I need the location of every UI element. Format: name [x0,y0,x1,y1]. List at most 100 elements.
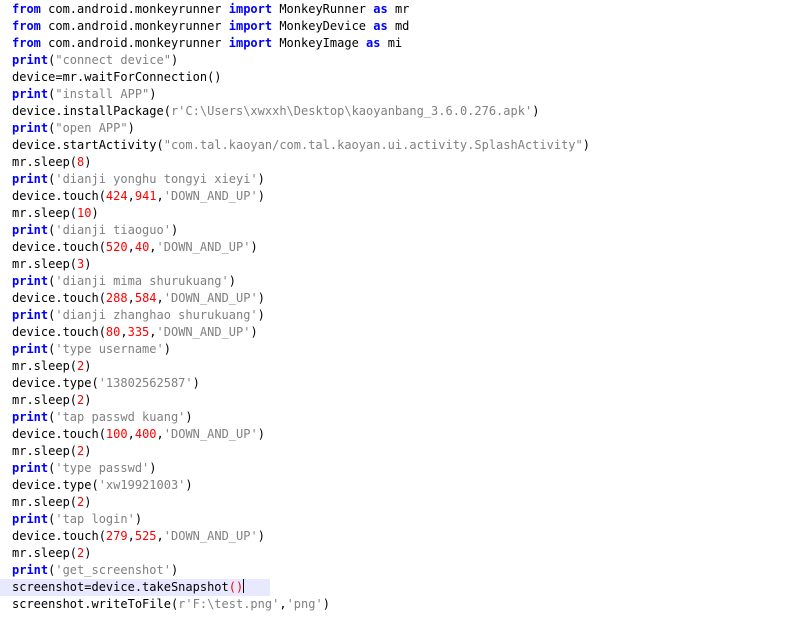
code-line[interactable]: mr.sleep(8) [12,154,785,171]
code-line[interactable]: print("install APP") [12,86,785,103]
code-token: mr.sleep( [12,495,78,509]
code-token: device.touch( [12,291,106,305]
code-text-area[interactable]: from com.android.monkeyrunner import Mon… [0,1,785,613]
code-token: print [12,172,49,186]
code-line[interactable]: print("connect device") [12,52,785,69]
code-line[interactable]: print("open APP") [12,120,785,137]
code-token: 584 [134,291,157,305]
code-line[interactable]: print('type passwd') [12,460,785,477]
code-line[interactable]: device=mr.waitForConnection() [12,69,785,86]
code-line[interactable]: mr.sleep(2) [12,443,785,460]
code-token: 520 [105,240,128,254]
code-token: device.startActivity( [12,138,164,152]
text-cursor [243,579,245,593]
code-line[interactable]: mr.sleep(10) [12,205,785,222]
code-token: ) [582,138,590,152]
code-line[interactable]: device.type('xw19921003') [12,477,785,494]
code-token: 525 [134,529,157,543]
code-token: , [127,291,135,305]
code-token: 'dianji zhanghao shurukuang' [55,308,258,322]
code-line[interactable]: device.touch(279,525,'DOWN_AND_UP') [12,528,785,545]
code-line[interactable]: device.touch(288,584,'DOWN_AND_UP') [12,290,785,307]
code-token: 941 [134,189,157,203]
code-token: , [127,240,135,254]
code-token: 'DOWN_AND_UP' [156,325,251,339]
code-line[interactable]: print('dianji tiaoguo') [12,222,785,239]
code-token: mr.sleep( [12,206,78,220]
code-token: device.touch( [12,240,106,254]
code-token: mr [387,2,410,16]
code-token: , [279,597,287,611]
code-token: 'DOWN_AND_UP' [163,529,258,543]
code-token: ) [170,563,179,577]
code-token: () [228,580,244,594]
code-token: print [12,53,49,67]
code-token: device.touch( [12,189,106,203]
code-token: ) [250,240,258,254]
code-line[interactable]: device.touch(100,400,'DOWN_AND_UP') [12,426,785,443]
code-line[interactable]: from com.android.monkeyrunner import Mon… [12,18,785,35]
code-token: mr.sleep( [12,444,78,458]
code-token: ) [257,172,265,186]
code-token: print [12,461,49,475]
code-token: mr.sleep( [12,257,78,271]
code-token: 'DOWN_AND_UP' [156,240,251,254]
code-line[interactable]: mr.sleep(2) [12,545,785,562]
code-token: ) [185,478,193,492]
code-line[interactable]: print('dianji mima shurukuang') [12,273,785,290]
code-token: , [127,189,135,203]
code-token: ) [84,359,92,373]
code-token: ) [257,291,265,305]
code-token: ) [84,495,92,509]
code-token: ) [257,427,265,441]
code-editor[interactable]: from com.android.monkeyrunner import Mon… [0,0,785,619]
code-line[interactable]: mr.sleep(2) [12,494,785,511]
code-token: screenshot.writeToFile( [12,597,179,611]
code-token: print [12,274,49,288]
code-token: ) [84,393,92,407]
code-line[interactable]: print('type username') [12,341,785,358]
code-line[interactable]: print('dianji yonghu tongyi xieyi') [12,171,785,188]
code-line[interactable]: mr.sleep(2) [12,392,785,409]
code-token: as [373,19,388,33]
code-token: mr.sleep( [12,546,78,560]
code-token: ) [257,529,265,543]
code-line[interactable]: mr.sleep(3) [12,256,785,273]
code-token: 40 [134,240,150,254]
code-line[interactable]: device.type('13802562587') [12,375,785,392]
code-line-current[interactable]: screenshot=device.takeSnapshot() [0,579,270,596]
code-line[interactable]: print('tap login') [12,511,785,528]
code-token: ) [170,223,179,237]
code-token: 10 [77,206,92,220]
code-line[interactable]: device.startActivity("com.tal.kaoyan/com… [12,137,785,154]
code-line[interactable]: print('tap passwd kuang') [12,409,785,426]
code-token: mr.sleep( [12,155,78,169]
code-token: com.android.monkeyrunner [40,19,229,33]
code-line[interactable]: device.touch(520,40,'DOWN_AND_UP') [12,239,785,256]
code-token: ) [163,342,171,356]
code-line[interactable]: print('dianji zhanghao shurukuang') [12,307,785,324]
code-token: 'tap login' [55,512,135,526]
code-token: ) [532,104,540,118]
code-line[interactable]: device.touch(424,941,'DOWN_AND_UP') [12,188,785,205]
code-token: 'type username' [55,342,164,356]
code-token: com.android.monkeyrunner [40,36,229,50]
code-token: 'DOWN_AND_UP' [163,189,258,203]
code-line[interactable]: print('get_screenshot') [12,562,785,579]
code-token: as [373,2,388,16]
code-token: print [12,308,49,322]
code-token: "connect device" [55,53,171,67]
code-token: from [12,2,41,16]
code-line[interactable]: screenshot.writeToFile(r'F:\test.png','p… [12,596,785,613]
code-line[interactable]: from com.android.monkeyrunner import Mon… [12,1,785,18]
code-line[interactable]: from com.android.monkeyrunner import Mon… [12,35,785,52]
code-token: md [387,19,410,33]
code-line[interactable]: device.touch(80,335,'DOWN_AND_UP') [12,324,785,341]
code-line[interactable]: device.installPackage(r'C:\Users\xwxxh\D… [12,103,785,120]
code-token: ) [170,53,179,67]
code-token: device.installPackage( [12,104,171,118]
code-token: screenshot=device.takeSnapshot [12,580,229,594]
code-line[interactable]: mr.sleep(2) [12,358,785,375]
code-token: , [127,427,135,441]
code-token: 'dianji tiaoguo' [55,223,171,237]
